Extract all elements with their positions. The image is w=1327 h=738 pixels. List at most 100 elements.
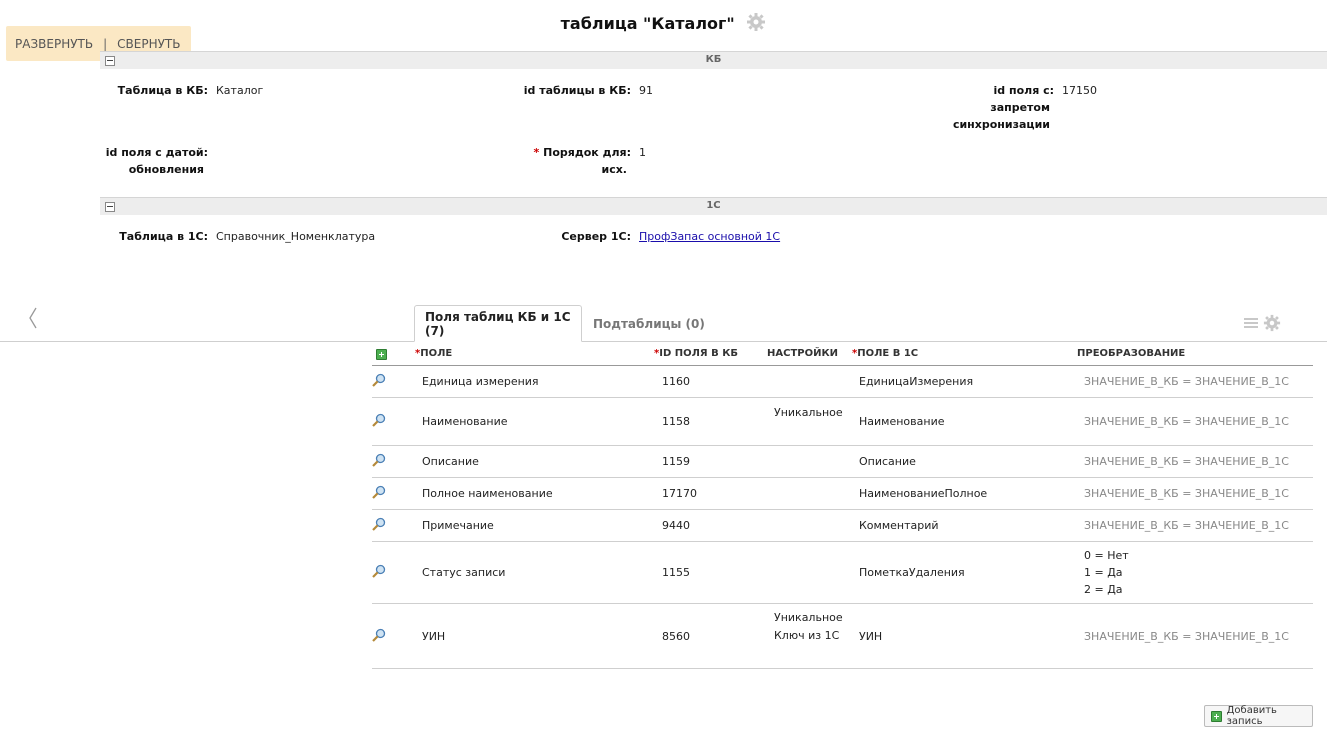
table-row[interactable]: Наименование 1158 Уникальное Наименование ЗН… xyxy=(372,398,1313,446)
magnifier-icon[interactable] xyxy=(372,564,386,581)
col-1c-label: ПОЛЕ В 1С xyxy=(857,348,919,359)
kb-table-value: Каталог xyxy=(216,84,264,97)
onec-server-link[interactable]: ПрофЗапас основной 1С xyxy=(639,228,780,245)
cell-field: Полное наименование xyxy=(422,487,553,500)
cell-id: 9440 xyxy=(662,519,690,532)
cell-conversion: ЗНАЧЕНИЕ_В_КБ = ЗНАЧЕНИЕ_В_1С xyxy=(1084,519,1289,532)
add-row-icon[interactable] xyxy=(376,349,387,360)
cell-id: 8560 xyxy=(662,630,690,643)
section-1c-header[interactable]: 1С xyxy=(100,197,1327,215)
magnifier-icon[interactable] xyxy=(372,453,386,470)
cell-id: 17170 xyxy=(662,487,697,500)
grid-header: *ПОЛЕ *ID ПОЛЯ В КБ НАСТРОЙКИ *ПОЛЕ В 1С… xyxy=(372,348,1313,366)
magnifier-icon[interactable] xyxy=(372,485,386,502)
cell-field: Описание xyxy=(422,455,479,468)
cell-1c-field: Комментарий xyxy=(859,519,939,532)
kb-ban-value: 17150 xyxy=(1062,84,1097,97)
kb-table-label: Таблица в КБ: xyxy=(117,84,208,97)
table-row[interactable]: Статус записи 1155 ПометкаУдаления 0 = Нет 1… xyxy=(372,542,1313,604)
col-id-header[interactable]: *ID ПОЛЯ В КБ xyxy=(654,348,738,359)
onec-server-label: Сервер 1С: xyxy=(561,230,631,243)
cell-1c-field: НаименованиеПолное xyxy=(859,487,988,500)
cell-id: 1155 xyxy=(662,566,690,579)
cell-settings: Уникальное Ключ из 1С xyxy=(774,609,843,645)
kb-ban-label: id поля с: запретом синхронизации xyxy=(940,82,1054,133)
magnifier-icon[interactable] xyxy=(372,373,386,390)
cell-id: 1160 xyxy=(662,375,690,388)
tab-subtables[interactable]: Подтаблицы (0) xyxy=(583,305,715,342)
table-row[interactable]: Примечание 9440 Комментарий ЗНАЧЕНИЕ_В_КБ =… xyxy=(372,510,1313,542)
section-1c-title: 1С xyxy=(706,200,721,211)
collapse-all-link[interactable]: СВЕРНУТЬ xyxy=(117,37,180,51)
cell-settings-line-2: Ключ из 1С xyxy=(774,629,840,642)
table-row[interactable]: Описание 1159 Описание ЗНАЧЕНИЕ_В_КБ = ЗНАЧ… xyxy=(372,446,1313,478)
onec-table-label: Таблица в 1С: xyxy=(119,230,208,243)
cell-conversion: ЗНАЧЕНИЕ_В_КБ = ЗНАЧЕНИЕ_В_1С xyxy=(1084,375,1289,388)
table-row[interactable]: Единица измерения 1160 ЕдиницаИзмерения ЗНА… xyxy=(372,366,1313,398)
kb-order-label: * Порядок для: исх. xyxy=(520,144,631,178)
col-conversion-header[interactable]: ПРЕОБРАЗОВАНИЕ xyxy=(1077,348,1185,359)
magnifier-icon[interactable] xyxy=(372,517,386,534)
cell-conversion-line-3: 2 = Да xyxy=(1084,583,1123,596)
page-title: таблица "Каталог" xyxy=(0,12,1327,36)
kb-ban-label-3: синхронизации xyxy=(952,118,1050,131)
add-record-label: Добавить запись xyxy=(1226,705,1277,727)
cell-1c-field: УИН xyxy=(859,630,883,643)
cell-conversion: ЗНАЧЕНИЕ_В_КБ = ЗНАЧЕНИЕ_В_1С xyxy=(1084,455,1289,468)
cell-1c-field: Описание xyxy=(859,455,916,468)
col-field-label: ПОЛЕ xyxy=(420,348,453,359)
kb-ban-label-1: id поля с: xyxy=(993,84,1055,97)
kb-id-label: id таблицы в КБ: xyxy=(523,84,631,97)
col-id-label: ID ПОЛЯ В КБ xyxy=(659,348,738,359)
table-row[interactable]: Полное наименование 17170 НаименованиеПолн… xyxy=(372,478,1313,510)
gear-icon[interactable] xyxy=(746,12,766,36)
page-title-text: таблица "Каталог" xyxy=(560,14,735,33)
menu-icon[interactable] xyxy=(1243,315,1259,334)
cell-id: 1158 xyxy=(662,415,690,428)
chevron-left-icon[interactable] xyxy=(28,307,38,335)
cell-field: Примечание xyxy=(422,519,494,532)
cell-1c-field: ЕдиницаИзмерения xyxy=(859,375,974,388)
tab-fields[interactable]: Поля таблиц КБ и 1С (7) xyxy=(414,305,582,342)
kb-order-label-1: Порядок для: xyxy=(543,146,631,159)
table-row[interactable]: УИН 8560 Уникальное Ключ из 1С УИН ЗНАЧЕНИЕ_В… xyxy=(372,604,1313,669)
required-marker: * xyxy=(533,146,540,159)
cell-field: УИН xyxy=(422,630,446,643)
cell-1c-field: Наименование xyxy=(859,415,945,428)
kb-id-value: 91 xyxy=(639,84,653,97)
cell-conversion: ЗНАЧЕНИЕ_В_КБ = ЗНАЧЕНИЕ_В_1С xyxy=(1084,415,1289,428)
kb-date-label: id поля с датой: обновления xyxy=(90,144,208,178)
col-field-header[interactable]: *ПОЛЕ xyxy=(415,348,452,359)
col-1c-header[interactable]: *ПОЛЕ В 1С xyxy=(852,348,918,359)
kb-date-label-2: обновления xyxy=(128,163,204,176)
cell-field: Статус записи xyxy=(422,566,506,579)
tab-tools xyxy=(1243,314,1281,335)
kb-order-label-2: исх. xyxy=(601,163,627,176)
magnifier-icon[interactable] xyxy=(372,413,386,430)
section-kb-title: КБ xyxy=(705,54,722,65)
cell-field: Единица измерения xyxy=(422,375,539,388)
kb-order-value: 1 xyxy=(639,146,646,159)
expand-separator: | xyxy=(103,36,108,51)
magnifier-icon[interactable] xyxy=(372,628,386,645)
cell-settings-line-1: Уникальное xyxy=(774,611,843,624)
gear-icon[interactable] xyxy=(1263,314,1281,335)
cell-conversion: ЗНАЧЕНИЕ_В_КБ = ЗНАЧЕНИЕ_В_1С xyxy=(1084,630,1289,643)
section-kb-header[interactable]: КБ xyxy=(100,51,1327,69)
cell-id: 1159 xyxy=(662,455,690,468)
cell-conversion: 0 = Нет 1 = Да 2 = Да xyxy=(1084,547,1129,598)
onec-table-value: Справочник_Номенклатура xyxy=(216,230,376,243)
cell-conversion: ЗНАЧЕНИЕ_В_КБ = ЗНАЧЕНИЕ_В_1С xyxy=(1084,487,1289,500)
kb-date-label-1: id поля с датой: xyxy=(105,146,208,159)
cell-1c-field: ПометкаУдаления xyxy=(859,566,965,579)
add-record-button[interactable]: Добавить запись xyxy=(1204,705,1313,727)
cell-conversion-line-2: 1 = Да xyxy=(1084,566,1123,579)
col-settings-header[interactable]: НАСТРОЙКИ xyxy=(767,348,838,359)
expand-all-link[interactable]: РАЗВЕРНУТЬ xyxy=(15,37,93,51)
cell-settings: Уникальное xyxy=(774,404,843,422)
cell-conversion-line-1: 0 = Нет xyxy=(1084,549,1129,562)
plus-icon xyxy=(1211,710,1222,722)
kb-ban-label-2: запретом xyxy=(990,101,1050,114)
cell-settings-line-1: Уникальное xyxy=(774,406,843,419)
cell-field: Наименование xyxy=(422,415,508,428)
